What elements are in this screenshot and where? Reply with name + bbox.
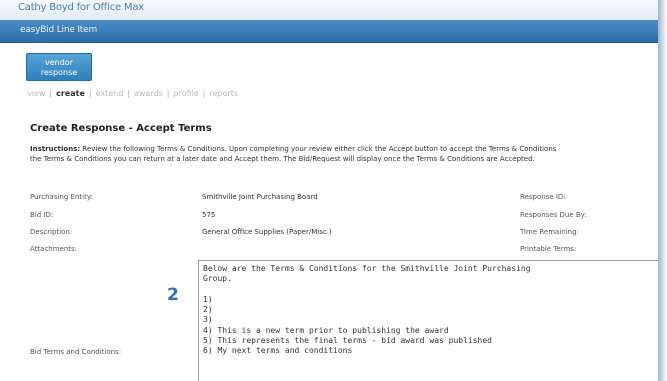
attachments-label: Attachments: (30, 245, 78, 253)
terms-textarea[interactable]: Below are the Terms & Conditions for the… (198, 260, 660, 381)
time-remaining-label: Time Remaining: (520, 228, 579, 236)
instructions: Instructions: Review the following Terms… (30, 144, 660, 164)
page-titlebar: easyBid Line Item (0, 20, 660, 43)
response-id-label: Response ID: (520, 193, 566, 201)
vendor-response-label-1: vendor (45, 58, 73, 67)
section-nav: view | create | extend | awards | profile | report… (27, 89, 239, 98)
description-value: General Office Supplies (Paper/Misc.) (202, 228, 332, 236)
form-heading: Create Response - Accept Terms (30, 123, 212, 134)
instructions-text-2: the Terms & Conditions you can return at… (30, 155, 535, 163)
bid-id-label: Bid ID: (30, 211, 54, 219)
printable-terms-label: Printable Terms: (520, 245, 577, 253)
vendor-response-button[interactable]: vendor response (26, 53, 92, 81)
step-marker: 2 (167, 285, 179, 305)
instructions-text-1: Review the following Terms & Conditions.… (80, 145, 557, 153)
responses-due-label: Responses Due By: (520, 211, 587, 219)
terms-label: Bid Terms and Conditions: (30, 348, 122, 356)
instructions-label: Instructions: (30, 145, 81, 153)
window-shadow (658, 0, 667, 381)
user-bar: Cathy Boyd for Office Max (0, 0, 660, 20)
page-title: easyBid Line Item (20, 25, 98, 35)
app-window: Cathy Boyd for Office Max easyBid Line I… (0, 0, 660, 381)
nav-create-link[interactable]: create (56, 89, 85, 98)
vendor-response-label-2: response (40, 68, 78, 77)
nav-profile-link[interactable]: profile (173, 89, 198, 98)
description-label: Description: (30, 228, 73, 236)
purchasing-entity-label: Purchasing Entity: (30, 193, 93, 201)
nav-reports-link[interactable]: reports (209, 89, 238, 98)
nav-view-link[interactable]: view (27, 89, 45, 98)
nav-extend-link[interactable]: extend (96, 89, 124, 98)
purchasing-entity-value: Smithville Joint Purchasing Board (202, 193, 318, 201)
user-title: Cathy Boyd for Office Max (18, 2, 145, 13)
bid-id-value: 575 (202, 211, 216, 219)
terms-text: Below are the Terms & Conditions for the… (203, 264, 531, 356)
nav-awards-link[interactable]: awards (134, 89, 163, 98)
